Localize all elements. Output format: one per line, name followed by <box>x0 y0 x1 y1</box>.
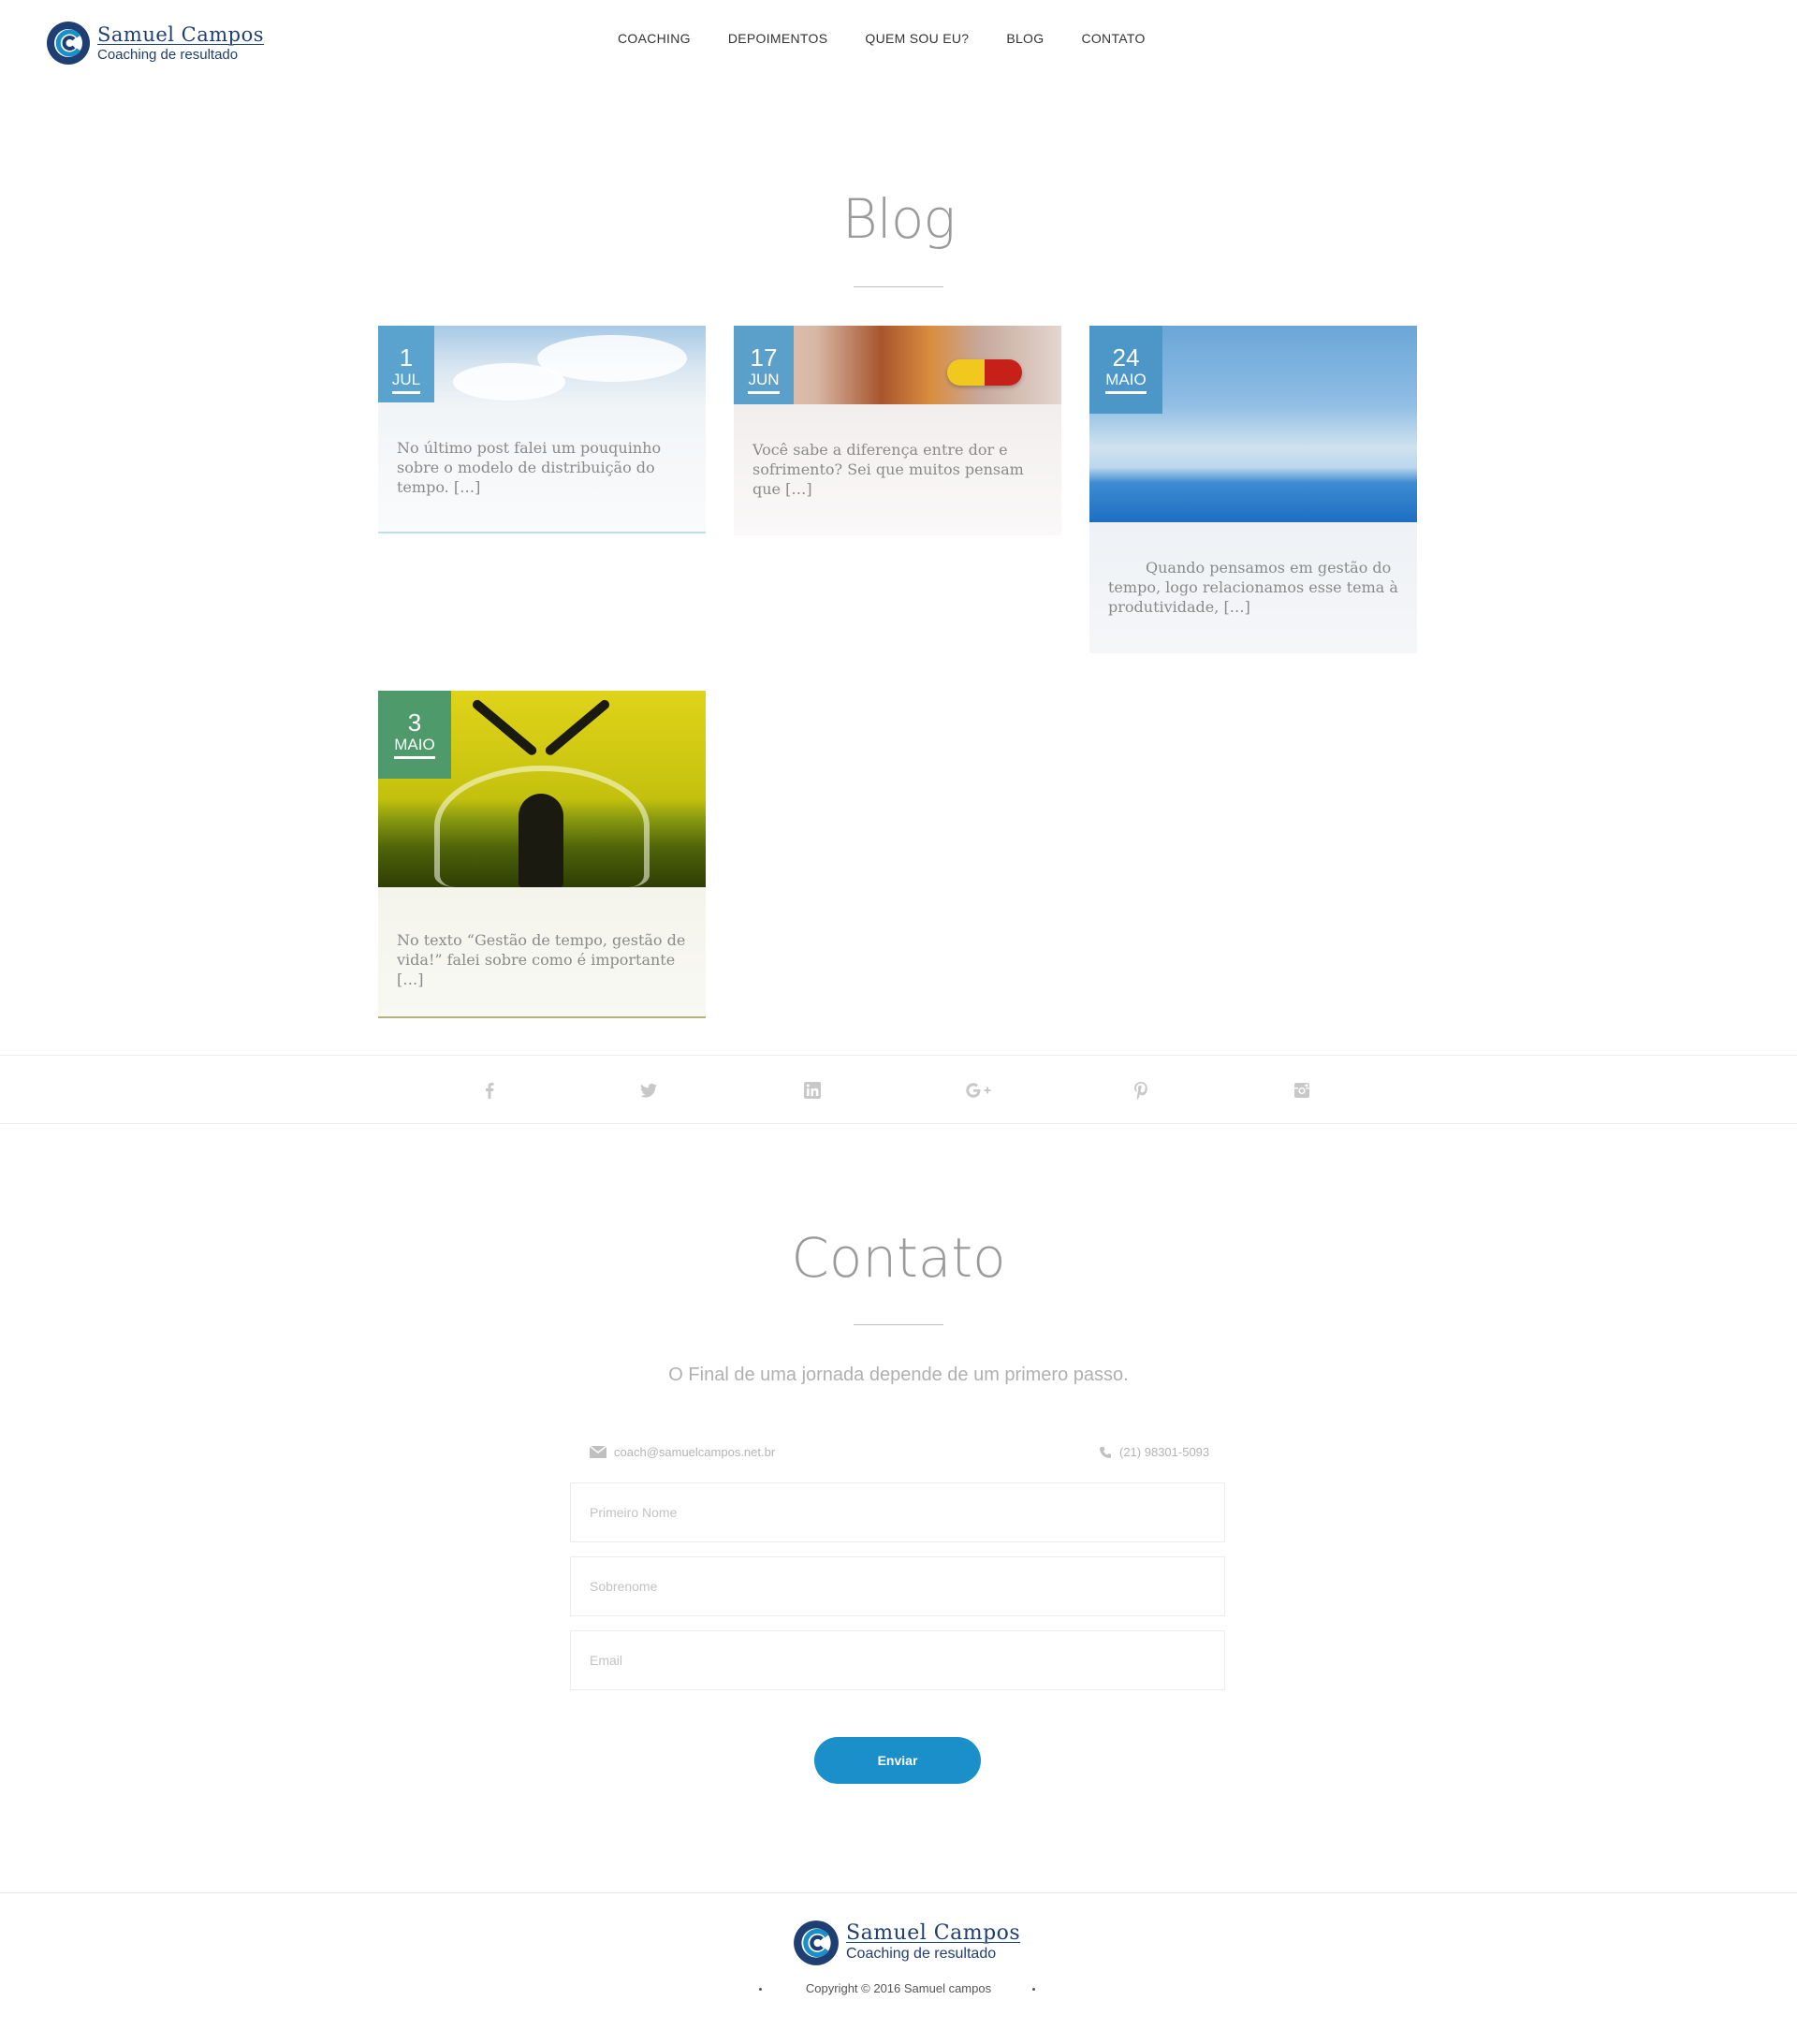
contact-phone[interactable]: (21) 98301-5093 <box>1099 1445 1209 1459</box>
logo-text: Samuel Campos Coaching de resultado <box>97 22 265 63</box>
nav-item-coaching[interactable]: COACHING <box>618 31 691 46</box>
logo-link[interactable]: Samuel Campos Coaching de resultado <box>45 19 264 67</box>
contact-title: Contato <box>791 1226 1006 1290</box>
contact-email[interactable]: coach@samuelcampos.net.br <box>590 1445 775 1459</box>
footer-logo-tagline: Coaching de resultado <box>846 1945 997 1962</box>
post-excerpt: Quando pensamos em gestão do tempo, logo… <box>1108 559 1398 616</box>
blog-title-divider <box>854 286 943 287</box>
post-date-badge: 1 JUL <box>378 326 434 402</box>
nav-item-depoimentos[interactable]: DEPOIMENTOS <box>728 31 828 46</box>
site-header: Samuel Campos Coaching de resultado COAC… <box>0 0 1797 84</box>
google-plus-icon[interactable] <box>964 1078 994 1102</box>
logo-tagline: Coaching de resultado <box>97 46 239 63</box>
post-day: 3 <box>407 708 422 737</box>
instagram-icon[interactable] <box>1290 1078 1314 1102</box>
capsule-image <box>947 359 1022 386</box>
facebook-icon[interactable] <box>477 1078 502 1102</box>
twitter-icon[interactable] <box>636 1078 661 1102</box>
blog-post-card[interactable]: 24 MAIO Quando pensamos em gestão do tem… <box>1089 326 1417 653</box>
blog-post-card[interactable]: 3 MAIO No texto “Gestão de tempo, gestão… <box>378 691 706 1018</box>
nav-item-blog[interactable]: BLOG <box>1006 31 1044 46</box>
email-field[interactable] <box>570 1630 1225 1690</box>
nav-item-contato[interactable]: CONTATO <box>1081 31 1145 46</box>
post-month: MAIO <box>394 736 435 759</box>
contact-title-divider <box>854 1324 943 1325</box>
blog-title: Blog <box>841 187 956 251</box>
logo-name: Samuel Campos <box>97 22 265 46</box>
post-date-badge: 24 MAIO <box>1089 326 1162 414</box>
post-excerpt: No texto “Gestão de tempo, gestão de vid… <box>397 931 686 988</box>
post-month: JUL <box>391 371 421 394</box>
linkedin-icon[interactable] <box>800 1078 825 1102</box>
logo-mark-icon <box>45 20 92 66</box>
footer-logo-name: Samuel Campos <box>846 1920 1021 1945</box>
last-name-field[interactable] <box>570 1556 1225 1616</box>
contact-email-text: coach@samuelcampos.net.br <box>614 1445 776 1459</box>
contact-phone-text: (21) 98301-5093 <box>1119 1445 1210 1459</box>
person-silhouette <box>519 794 563 887</box>
social-bar <box>0 1055 1797 1124</box>
pinterest-icon[interactable] <box>1129 1078 1153 1102</box>
post-day: 17 <box>750 343 778 372</box>
blog-post-card[interactable]: 1 JUL No último post falei um pouquinho … <box>378 326 706 533</box>
send-button[interactable]: Enviar <box>814 1737 981 1784</box>
first-name-field[interactable] <box>570 1482 1225 1542</box>
main-nav: COACHING DEPOIMENTOS QUEM SOU EU? BLOG C… <box>618 31 1183 46</box>
copyright-text: Copyright © 2016 Samuel campos <box>805 1981 992 1995</box>
post-month: JUN <box>748 371 780 394</box>
footer-logo-text: Samuel Campos Coaching de resultado <box>846 1920 1021 1962</box>
contact-subtitle: O Final de uma jornada depende de um pri… <box>668 1365 1129 1385</box>
post-month: MAIO <box>1105 371 1147 394</box>
post-day: 1 <box>399 343 414 372</box>
blog-post-card[interactable]: 17 JUN Você sabe a diferença entre dor e… <box>734 326 1061 535</box>
envelope-icon <box>590 1446 606 1458</box>
post-day: 24 <box>1112 343 1140 372</box>
post-excerpt: No último post falei um pouquinho sobre … <box>397 439 662 496</box>
footer-logo-link[interactable]: Samuel Campos Coaching de resultado <box>792 1919 1020 1965</box>
post-excerpt: Você sabe a diferença entre dor e sofrim… <box>752 441 1024 498</box>
nav-item-quem-sou-eu[interactable]: QUEM SOU EU? <box>865 31 969 46</box>
post-date-badge: 17 JUN <box>734 326 794 404</box>
footer-divider <box>0 1892 1797 1893</box>
phone-icon <box>1100 1446 1111 1458</box>
post-date-badge: 3 MAIO <box>378 691 451 779</box>
footer-logo-mark-icon <box>792 1919 839 1965</box>
